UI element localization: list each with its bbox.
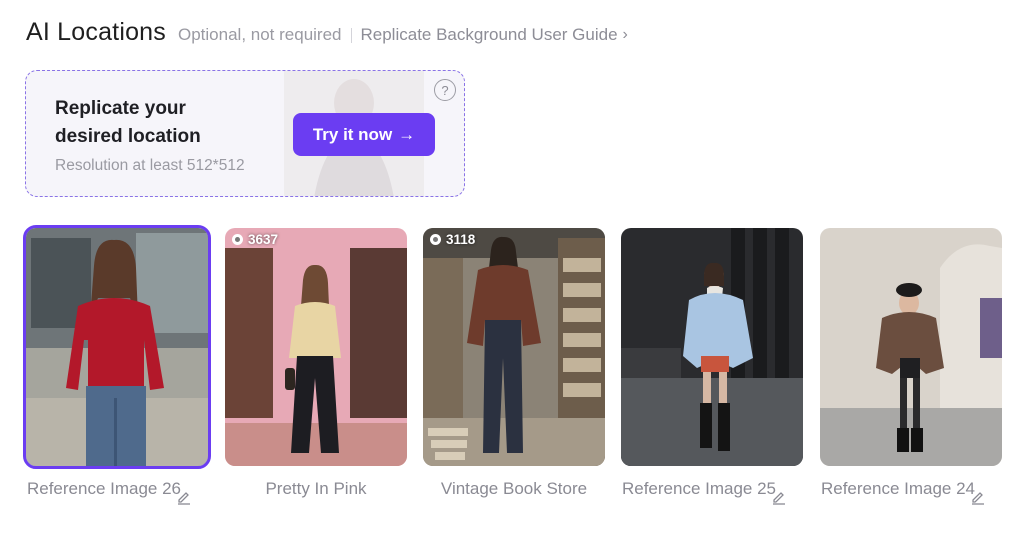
location-card[interactable]: Reference Image 25: [621, 228, 803, 533]
location-card[interactable]: Reference Image 24: [820, 228, 1002, 533]
try-it-now-button[interactable]: Try it now →: [293, 113, 435, 156]
location-thumbnail[interactable]: 3118: [423, 228, 605, 466]
card-caption: Pretty In Pink: [225, 477, 407, 533]
popularity-badge: 3637: [232, 232, 278, 247]
section-header: AI Locations Optional, not required Repl…: [26, 18, 628, 47]
divider: [350, 28, 352, 43]
location-thumbnail[interactable]: 3637: [225, 228, 407, 466]
location-thumbnail[interactable]: [820, 228, 1002, 466]
user-guide-link[interactable]: Replicate Background User Guide ›: [361, 25, 628, 45]
location-upload-box[interactable]: Replicate your desired location Resoluti…: [25, 70, 465, 197]
chevron-right-icon: ›: [622, 26, 628, 43]
badge-count: 3118: [446, 232, 476, 247]
location-card[interactable]: Reference Image 26: [23, 225, 211, 533]
pencil-icon[interactable]: [771, 489, 787, 505]
studio-scene-image: [820, 228, 1002, 466]
upload-title: Replicate your desired location: [55, 98, 201, 147]
try-it-now-label: Try it now: [312, 124, 393, 144]
street-scene-image: [26, 228, 208, 466]
card-title: Pretty In Pink: [265, 479, 367, 498]
pencil-icon[interactable]: [970, 489, 986, 505]
card-title: Reference Image 25: [621, 479, 777, 498]
location-thumbnail[interactable]: [621, 228, 803, 466]
image-count-icon: [430, 234, 441, 245]
card-caption: Reference Image 26: [26, 477, 208, 533]
dark-building-scene-image: [621, 228, 803, 466]
user-guide-label: Replicate Background User Guide: [360, 25, 618, 44]
optional-note: Optional, not required: [178, 25, 342, 44]
card-caption: Vintage Book Store: [423, 477, 605, 533]
pencil-icon[interactable]: [176, 489, 192, 505]
card-caption: Reference Image 25: [621, 477, 803, 533]
arrow-right-icon: →: [398, 124, 416, 144]
location-thumbnail[interactable]: [23, 225, 211, 469]
question-icon[interactable]: ?: [434, 79, 456, 101]
location-card[interactable]: 3637 Pretty In Pink: [225, 228, 407, 533]
resolution-hint: Resolution at least 512*512: [55, 157, 245, 174]
page-title: AI Locations: [26, 18, 166, 46]
card-caption: Reference Image 24: [820, 477, 1002, 533]
popularity-badge: 3118: [430, 232, 475, 247]
badge-count: 3637: [248, 232, 279, 247]
card-title: Reference Image 26: [26, 479, 182, 498]
card-title: Reference Image 24: [820, 479, 976, 498]
image-count-icon: [232, 234, 243, 245]
bookstore-scene-image: [423, 228, 605, 466]
pink-wall-scene-image: [225, 228, 407, 466]
location-card[interactable]: 3118 Vintage Book Store: [423, 228, 605, 533]
upload-text-block: Replicate your desired location Resoluti…: [55, 95, 245, 175]
card-title: Vintage Book Store: [440, 479, 588, 498]
